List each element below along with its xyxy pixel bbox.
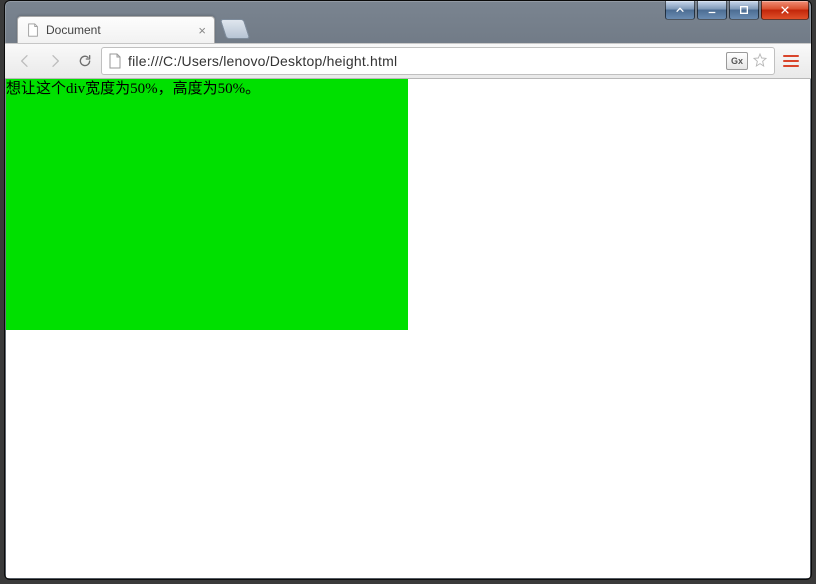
browser-window: Document × file:///C:/Users/lenovo/Deskt…	[4, 0, 812, 580]
reload-button[interactable]	[71, 48, 99, 74]
green-div: 想让这个div宽度为50%，高度为50%。	[6, 79, 408, 330]
omnibox-right-icons: Gx	[726, 52, 768, 71]
url-text: file:///C:/Users/lenovo/Desktop/height.h…	[128, 53, 720, 69]
new-tab-button[interactable]	[220, 19, 250, 39]
back-button[interactable]	[11, 48, 39, 74]
browser-tab[interactable]: Document ×	[17, 16, 215, 43]
page-icon	[26, 23, 40, 37]
tab-close-icon[interactable]: ×	[198, 23, 206, 38]
bookmark-star-icon[interactable]	[752, 52, 768, 71]
chrome-menu-button[interactable]	[777, 48, 805, 74]
address-bar[interactable]: file:///C:/Users/lenovo/Desktop/height.h…	[101, 47, 775, 75]
tab-title: Document	[46, 23, 190, 37]
page-icon	[108, 53, 122, 69]
green-div-text: 想让这个div宽度为50%，高度为50%。	[6, 81, 260, 97]
browser-tabstrip: Document ×	[5, 15, 811, 43]
rendered-page: 想让这个div宽度为50%，高度为50%。	[6, 79, 810, 578]
browser-viewport: 想让这个div宽度为50%，高度为50%。	[6, 79, 810, 578]
translate-icon[interactable]: Gx	[726, 52, 748, 70]
forward-button[interactable]	[41, 48, 69, 74]
browser-toolbar: file:///C:/Users/lenovo/Desktop/height.h…	[5, 43, 811, 79]
